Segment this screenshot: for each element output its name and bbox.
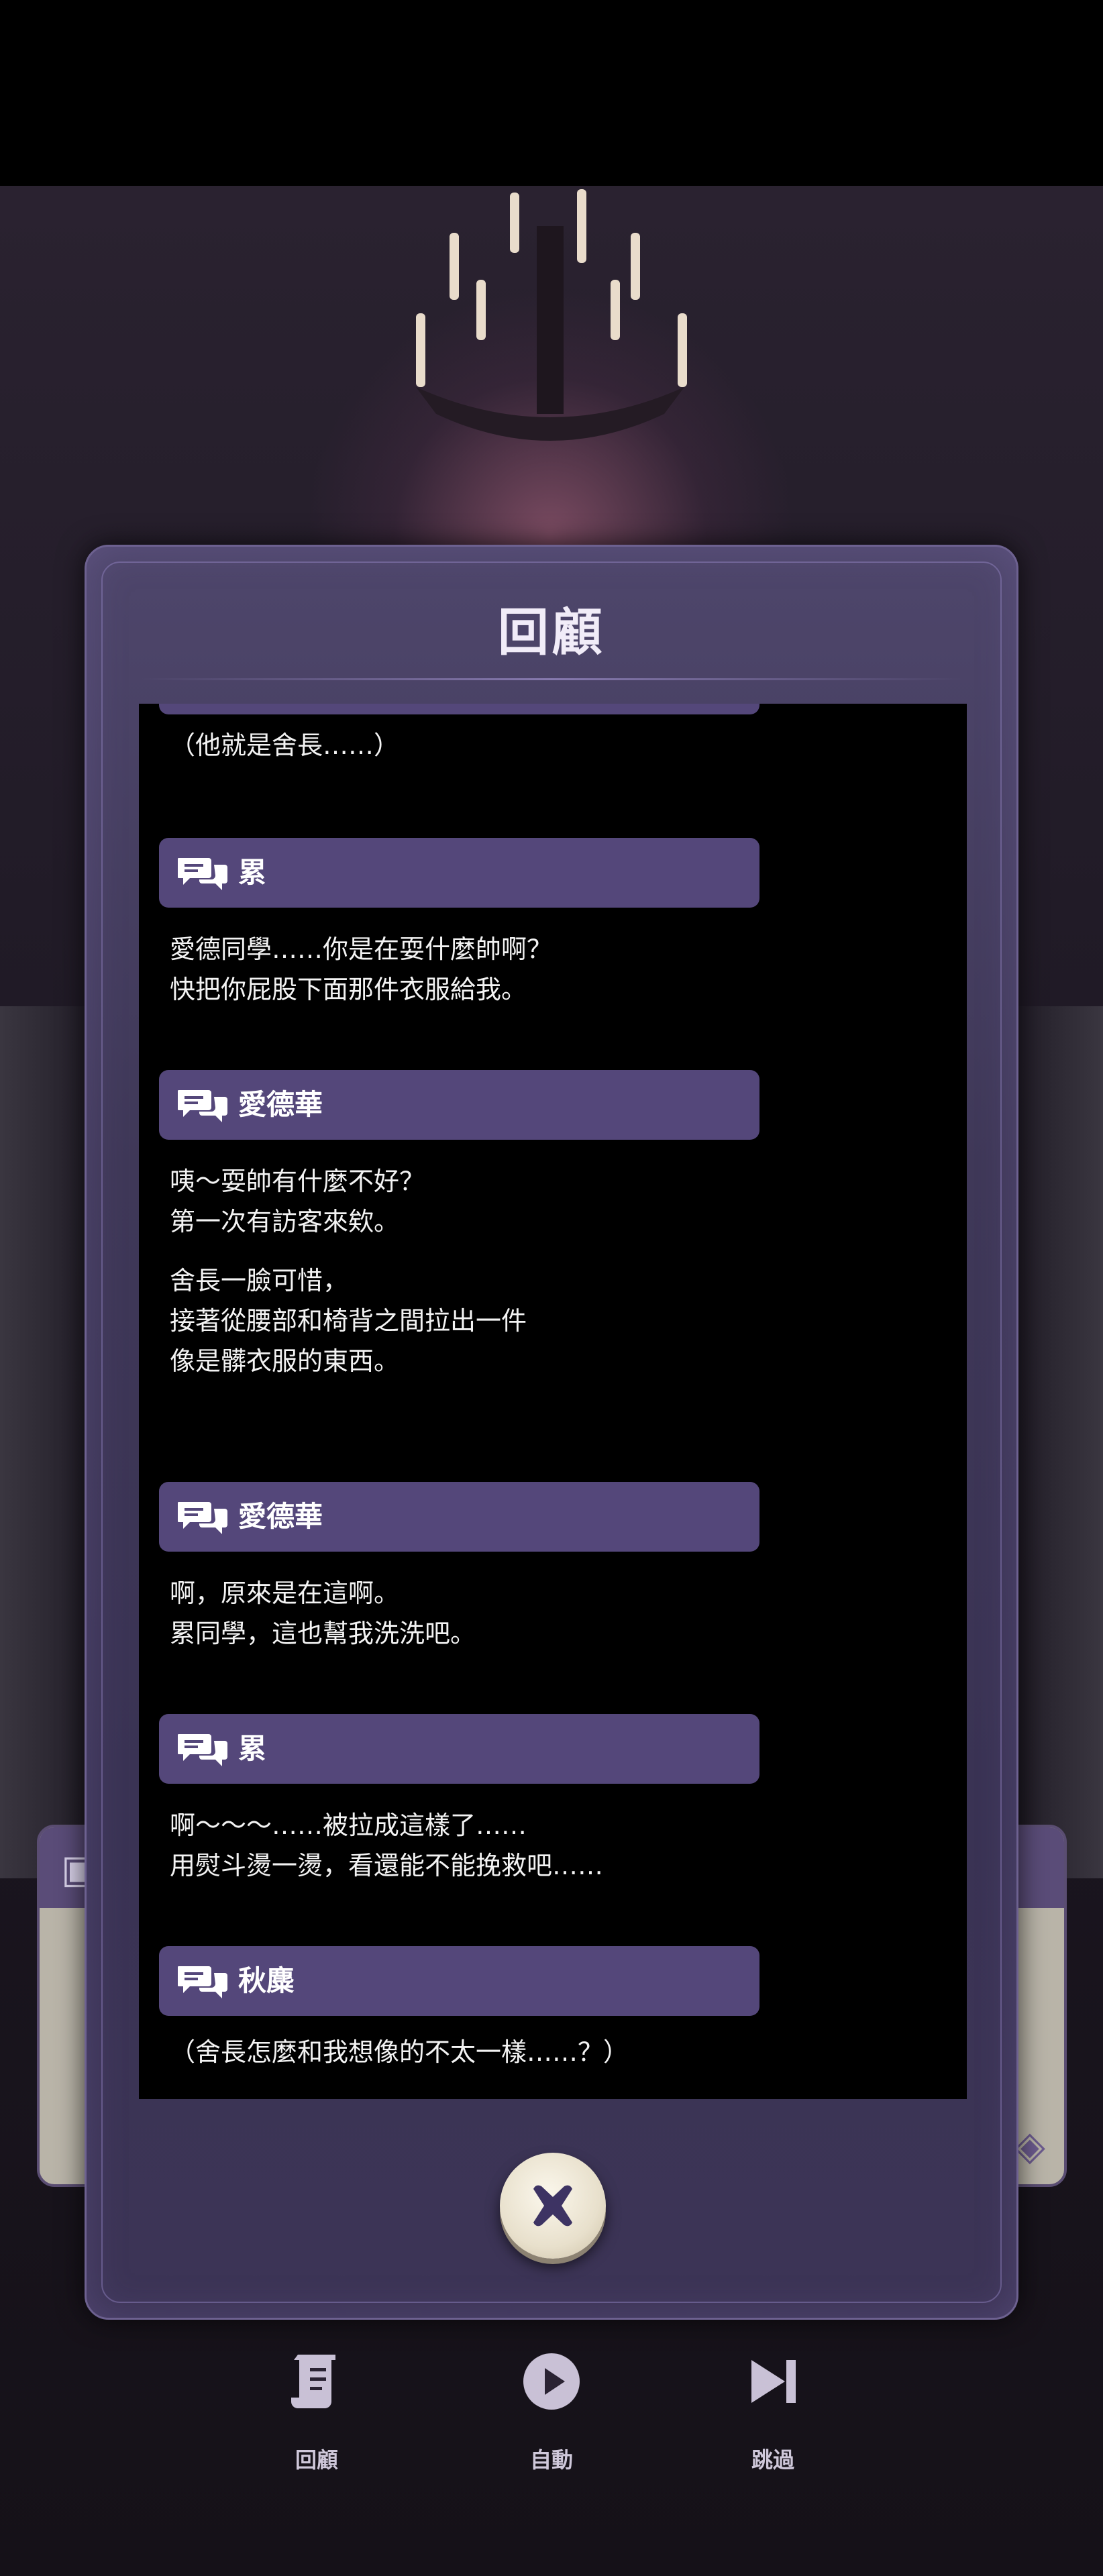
speech-bubbles-icon	[178, 1734, 227, 1766]
right-character-partial	[1009, 1006, 1103, 1878]
backlog-button[interactable]: 回顧	[250, 2348, 384, 2482]
backlog-label: 回顧	[295, 2447, 338, 2473]
speech-bubbles-icon	[178, 1502, 227, 1534]
speaker-name: 累	[238, 1732, 267, 1765]
status-bar-area	[0, 0, 1103, 186]
narration-text: （他就是舍長……）	[170, 731, 400, 760]
backlog-modal: 回顧 （他就是舍長……） 累 愛德同學……你是在耍什麼帥啊？ 快把你屁股下面那件…	[85, 545, 1018, 2320]
close-button[interactable]	[500, 2153, 606, 2259]
next-indicator-icon: ◈	[1014, 2123, 1045, 2169]
narration-text: （舍長怎麼和我想像的不太一樣……？）	[170, 2037, 629, 2067]
speaker-name: 愛德華	[238, 1088, 323, 1121]
previous-entry-bar	[159, 704, 759, 714]
play-icon	[523, 2353, 580, 2410]
modal-title: 回顧	[498, 602, 605, 662]
speaker-bar: 愛德華	[159, 1070, 759, 1140]
chandelier-illustration	[416, 189, 687, 441]
skip-button[interactable]: 跳過	[706, 2348, 840, 2482]
scroll-icon	[291, 2355, 335, 2408]
speaker-bar: 秋麋	[159, 1946, 759, 2016]
speaker-name: 愛德華	[238, 1500, 323, 1533]
speaker-bar: 愛德華	[159, 1482, 759, 1552]
title-divider	[140, 678, 963, 680]
speaker-name: 累	[238, 856, 267, 889]
dialogue-text: 愛德同學……你是在耍什麼帥啊？ 快把你屁股下面那件衣服給我。	[170, 934, 553, 1004]
dialogue-text: 啊～～～……被拉成這樣了…… 用熨斗燙一燙，看還能不能挽救吧……	[170, 1811, 604, 1880]
skip-icon	[751, 2360, 796, 2403]
speech-bubbles-icon	[178, 858, 227, 890]
dialogue-text: 啊，原來是在這啊。 累同學，這也幫我洗洗吧。	[170, 1578, 476, 1648]
speech-bubbles-icon	[178, 1966, 227, 1998]
close-x-icon	[533, 2185, 572, 2226]
backlog-list[interactable]: （他就是舍長……） 累 愛德同學……你是在耍什麼帥啊？ 快把你屁股下面那件衣服給…	[139, 704, 967, 2099]
speaker-name: 秋麋	[238, 1964, 295, 1997]
dialogue-text: 咦～耍帥有什麼不好？ 第一次有訪客來欸。	[170, 1167, 425, 1236]
speaker-bar: 累	[159, 838, 759, 908]
speech-bubbles-icon	[178, 1090, 227, 1122]
speaker-bar: 累	[159, 1714, 759, 1784]
skip-label: 跳過	[751, 2447, 794, 2473]
auto-label: 自動	[529, 2447, 573, 2473]
narration-text: 舍長一臉可惜， 接著從腰部和椅背之間拉出一件 像是髒衣服的東西。	[170, 1266, 527, 1376]
auto-button[interactable]: 自動	[484, 2348, 619, 2482]
game-screen: ▣ ◈ 回顧 （他就是舍長……） 累 愛德同學……你是在耍什麼帥啊？ 快把你屁股…	[0, 0, 1103, 2576]
